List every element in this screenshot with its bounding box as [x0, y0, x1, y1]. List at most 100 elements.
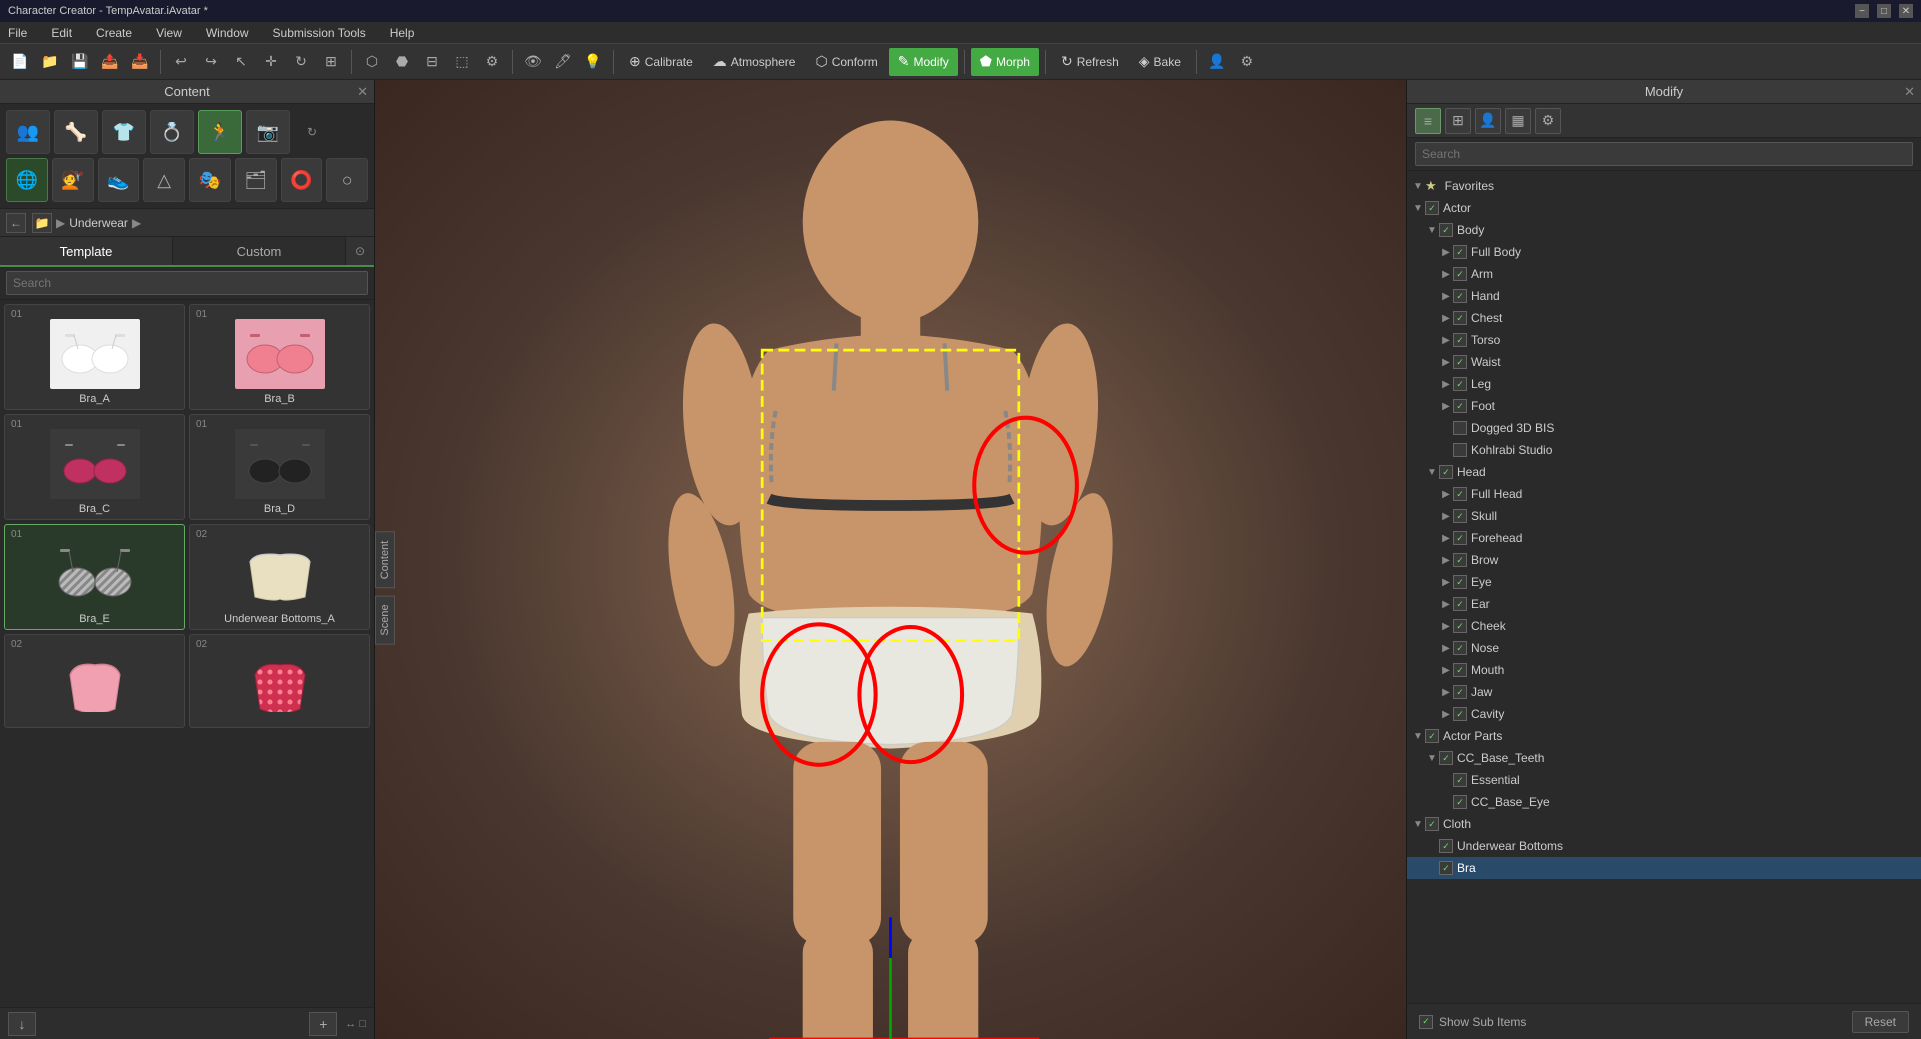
menu-view[interactable]: View	[152, 24, 186, 42]
content-item-bra-b[interactable]: 01 Bra_B	[189, 304, 370, 410]
settings-btn[interactable]: ⚙	[478, 48, 506, 76]
content-item-bra-d[interactable]: 01 Bra_D	[189, 414, 370, 520]
import-button[interactable]: 📥	[126, 48, 154, 76]
modify-grid-btn[interactable]: ⊞	[1445, 108, 1471, 134]
maximize-button[interactable]: □	[1877, 4, 1891, 18]
tree-cheek[interactable]: ▶ Cheek	[1407, 615, 1921, 637]
tree-hand[interactable]: ▶ Hand	[1407, 285, 1921, 307]
eye2-checkbox[interactable]	[1453, 795, 1467, 809]
hair-icon-btn[interactable]: 💇	[52, 158, 94, 202]
tree-jaw[interactable]: ▶ Jaw	[1407, 681, 1921, 703]
tree-ear[interactable]: ▶ Ear	[1407, 593, 1921, 615]
tree-foot[interactable]: ▶ Foot	[1407, 395, 1921, 417]
undo-button[interactable]: ↩	[167, 48, 195, 76]
content-item-bra-a[interactable]: 01 Bra_A	[4, 304, 185, 410]
breadcrumb-underwear[interactable]: Underwear	[69, 216, 128, 230]
close-window-button[interactable]: ✕	[1899, 4, 1913, 18]
select-button[interactable]: ↖	[227, 48, 255, 76]
nose-checkbox[interactable]	[1453, 641, 1467, 655]
custom-tab[interactable]: Custom	[173, 237, 346, 265]
tree-mouth[interactable]: ▶ Mouth	[1407, 659, 1921, 681]
tree-actor[interactable]: ▼ Actor	[1407, 197, 1921, 219]
full-body-checkbox[interactable]	[1453, 245, 1467, 259]
triangle-icon-btn[interactable]: △	[143, 158, 185, 202]
shape-icon-btn[interactable]: ⭕	[281, 158, 323, 202]
arm-checkbox[interactable]	[1453, 267, 1467, 281]
menu-file[interactable]: File	[4, 24, 31, 42]
cloth-icon-btn[interactable]: 👕	[102, 110, 146, 154]
modify-search-input[interactable]	[1415, 142, 1913, 166]
tree-kohlrabi-studio[interactable]: ▶ Kohlrabi Studio	[1407, 439, 1921, 461]
brow-expand[interactable]: ▶	[1439, 553, 1453, 567]
scene-icon-btn[interactable]: 🌐	[6, 158, 48, 202]
full-head-expand[interactable]: ▶	[1439, 487, 1453, 501]
tree-leg[interactable]: ▶ Leg	[1407, 373, 1921, 395]
mouth-expand[interactable]: ▶	[1439, 663, 1453, 677]
body-checkbox[interactable]	[1439, 223, 1453, 237]
waist-expand[interactable]: ▶	[1439, 355, 1453, 369]
transform-button[interactable]: ⬡	[358, 48, 386, 76]
scene-vert-tab[interactable]: Scene	[375, 595, 395, 644]
modify-button[interactable]: ✎ Modify	[889, 48, 958, 76]
actor-parts-expand[interactable]: ▼	[1411, 729, 1425, 743]
content-search-input[interactable]	[6, 271, 368, 295]
full-body-expand[interactable]: ▶	[1439, 245, 1453, 259]
essential-checkbox[interactable]	[1453, 773, 1467, 787]
menu-create[interactable]: Create	[92, 24, 136, 42]
content-item-bra-c[interactable]: 01 Bra_C	[4, 414, 185, 520]
menu-window[interactable]: Window	[202, 24, 253, 42]
menu-edit[interactable]: Edit	[47, 24, 76, 42]
ear-checkbox[interactable]	[1453, 597, 1467, 611]
tree-essential[interactable]: ▶ Essential	[1407, 769, 1921, 791]
tree-full-body[interactable]: ▶ Full Body	[1407, 241, 1921, 263]
tree-waist[interactable]: ▶ Waist	[1407, 351, 1921, 373]
calibrate-button[interactable]: ⊕ Calibrate	[620, 48, 702, 76]
brow-checkbox[interactable]	[1453, 553, 1467, 567]
show-sub-items-checkbox[interactable]	[1419, 1015, 1433, 1029]
tree-torso[interactable]: ▶ Torso	[1407, 329, 1921, 351]
bra-checkbox[interactable]	[1439, 861, 1453, 875]
light-btn[interactable]: 💡	[579, 48, 607, 76]
prop-icon-btn[interactable]: 🎭	[189, 158, 231, 202]
underwear-bottoms-checkbox[interactable]	[1439, 839, 1453, 853]
actor-expand[interactable]: ▼	[1411, 201, 1425, 215]
foot-expand[interactable]: ▶	[1439, 399, 1453, 413]
bake-button[interactable]: ◈ Bake	[1130, 48, 1190, 76]
teeth-checkbox[interactable]	[1439, 751, 1453, 765]
modify-person-btn[interactable]: 👤	[1475, 108, 1501, 134]
ear-expand[interactable]: ▶	[1439, 597, 1453, 611]
modify-close-button[interactable]: ✕	[1904, 84, 1915, 100]
tree-chest[interactable]: ▶ Chest	[1407, 307, 1921, 329]
scale-button[interactable]: ⊞	[317, 48, 345, 76]
actor-parts-checkbox[interactable]	[1425, 729, 1439, 743]
atmosphere-button[interactable]: ☁ Atmosphere	[704, 48, 805, 76]
body-icon-btn[interactable]: 🏃	[198, 110, 242, 154]
forehead-expand[interactable]: ▶	[1439, 531, 1453, 545]
hand-expand[interactable]: ▶	[1439, 289, 1453, 303]
eye-checkbox[interactable]	[1453, 575, 1467, 589]
actor-icon-btn[interactable]: 👥	[6, 110, 50, 154]
full-head-checkbox[interactable]	[1453, 487, 1467, 501]
head-expand[interactable]: ▼	[1425, 465, 1439, 479]
leg-checkbox[interactable]	[1453, 377, 1467, 391]
cavity-expand[interactable]: ▶	[1439, 707, 1453, 721]
tree-underwear-bottoms[interactable]: ▶ Underwear Bottoms	[1407, 835, 1921, 857]
tree-forehead[interactable]: ▶ Forehead	[1407, 527, 1921, 549]
texture-icon-btn[interactable]: 🗂	[235, 158, 277, 202]
tree-bra[interactable]: ▶ Bra	[1407, 857, 1921, 879]
tree-eye[interactable]: ▶ Eye	[1407, 571, 1921, 593]
waist-checkbox[interactable]	[1453, 355, 1467, 369]
template-tab[interactable]: Template	[0, 237, 173, 265]
add-item-button[interactable]: +	[309, 1012, 337, 1036]
content-item-pink-bottom[interactable]: 02	[4, 634, 185, 728]
body-expand[interactable]: ▼	[1425, 223, 1439, 237]
skull-checkbox[interactable]	[1453, 509, 1467, 523]
person-button[interactable]: 👤	[1203, 48, 1231, 76]
move-button[interactable]: ✛	[257, 48, 285, 76]
skull-expand[interactable]: ▶	[1439, 509, 1453, 523]
content-item-bra-e[interactable]: 01	[4, 524, 185, 630]
chest-expand[interactable]: ▶	[1439, 311, 1453, 325]
tab-settings-btn[interactable]: ⊙	[346, 237, 374, 265]
torso-checkbox[interactable]	[1453, 333, 1467, 347]
jaw-expand[interactable]: ▶	[1439, 685, 1453, 699]
